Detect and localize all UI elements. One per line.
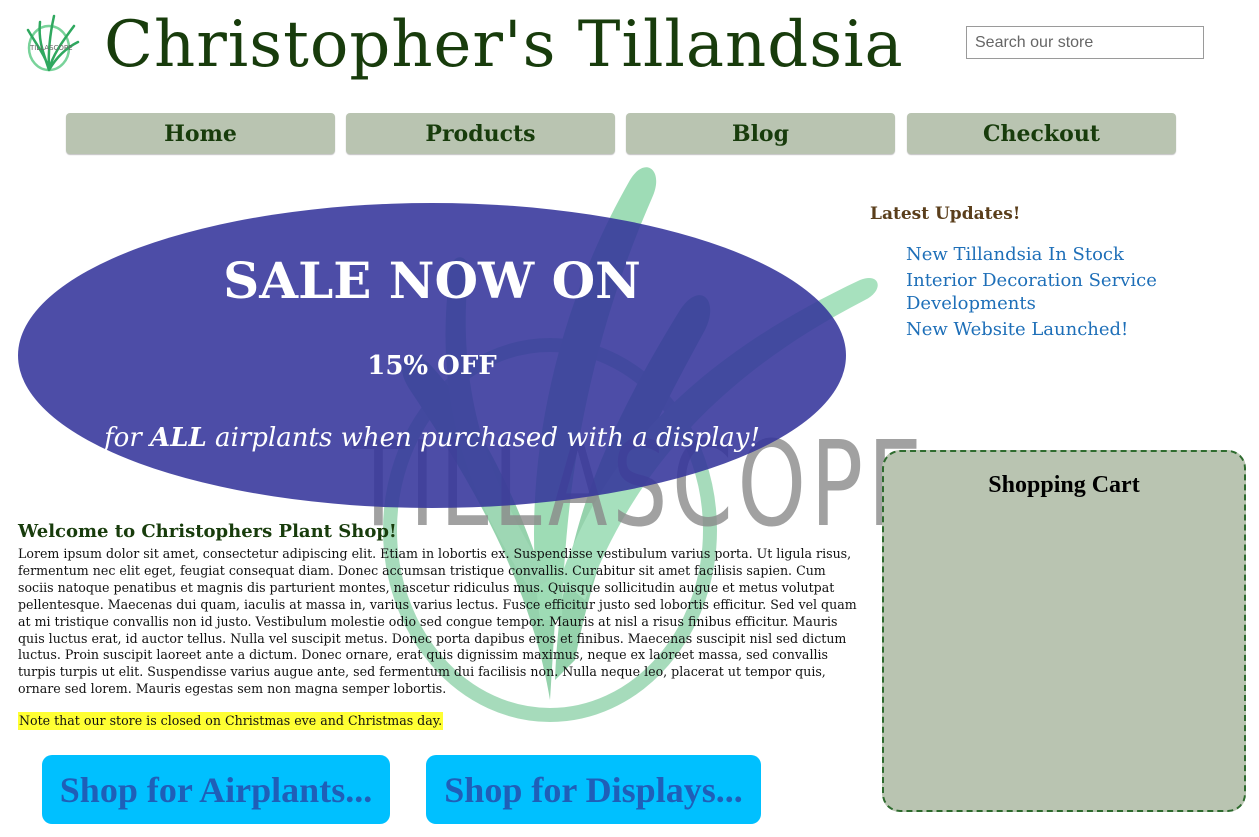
sale-tagline-suffix: airplants when purchased with a display! — [206, 423, 760, 453]
welcome-body-text: Lorem ipsum dolor sit amet, consectetur … — [18, 546, 857, 697]
shop-displays-button[interactable]: Shop for Displays... — [426, 755, 761, 824]
welcome-heading: Welcome to Christophers Plant Shop! — [18, 521, 397, 542]
nav-checkout-button[interactable]: Checkout — [907, 113, 1176, 154]
site-title: Christopher's Tillandsia — [104, 8, 904, 82]
shopping-cart-title: Shopping Cart — [988, 472, 1140, 498]
update-link-new-website[interactable]: New Website Launched! — [906, 318, 1206, 341]
nav-blog-button[interactable]: Blog — [626, 113, 895, 154]
shopping-cart-panel: Shopping Cart — [882, 450, 1246, 812]
closure-note: Note that our store is closed on Christm… — [18, 712, 444, 730]
sale-tagline: for ALL airplants when purchased with a … — [18, 423, 846, 453]
update-link-new-stock[interactable]: New Tillandsia In Stock — [906, 243, 1206, 266]
sale-headline: SALE NOW ON — [223, 251, 641, 310]
sale-discount: 15% OFF — [367, 351, 497, 381]
sale-tagline-emphasis: ALL — [150, 423, 207, 453]
latest-updates-heading: Latest Updates! — [870, 204, 1021, 224]
svg-text:TILLASCOPE: TILLASCOPE — [29, 44, 73, 52]
search-input[interactable] — [966, 26, 1204, 59]
update-link-interior-decoration[interactable]: Interior Decoration Service Developments — [906, 269, 1206, 315]
shop-airplants-button[interactable]: Shop for Airplants... — [42, 755, 390, 824]
airplant-logo-icon: TILLASCOPE — [26, 14, 80, 72]
nav-products-button[interactable]: Products — [346, 113, 615, 154]
sale-tagline-prefix: for — [104, 423, 151, 453]
sale-banner: SALE NOW ON 15% OFF for ALL airplants wh… — [18, 203, 846, 508]
nav-home-button[interactable]: Home — [66, 113, 335, 154]
latest-updates-list: New Tillandsia In Stock Interior Decorat… — [906, 243, 1206, 344]
